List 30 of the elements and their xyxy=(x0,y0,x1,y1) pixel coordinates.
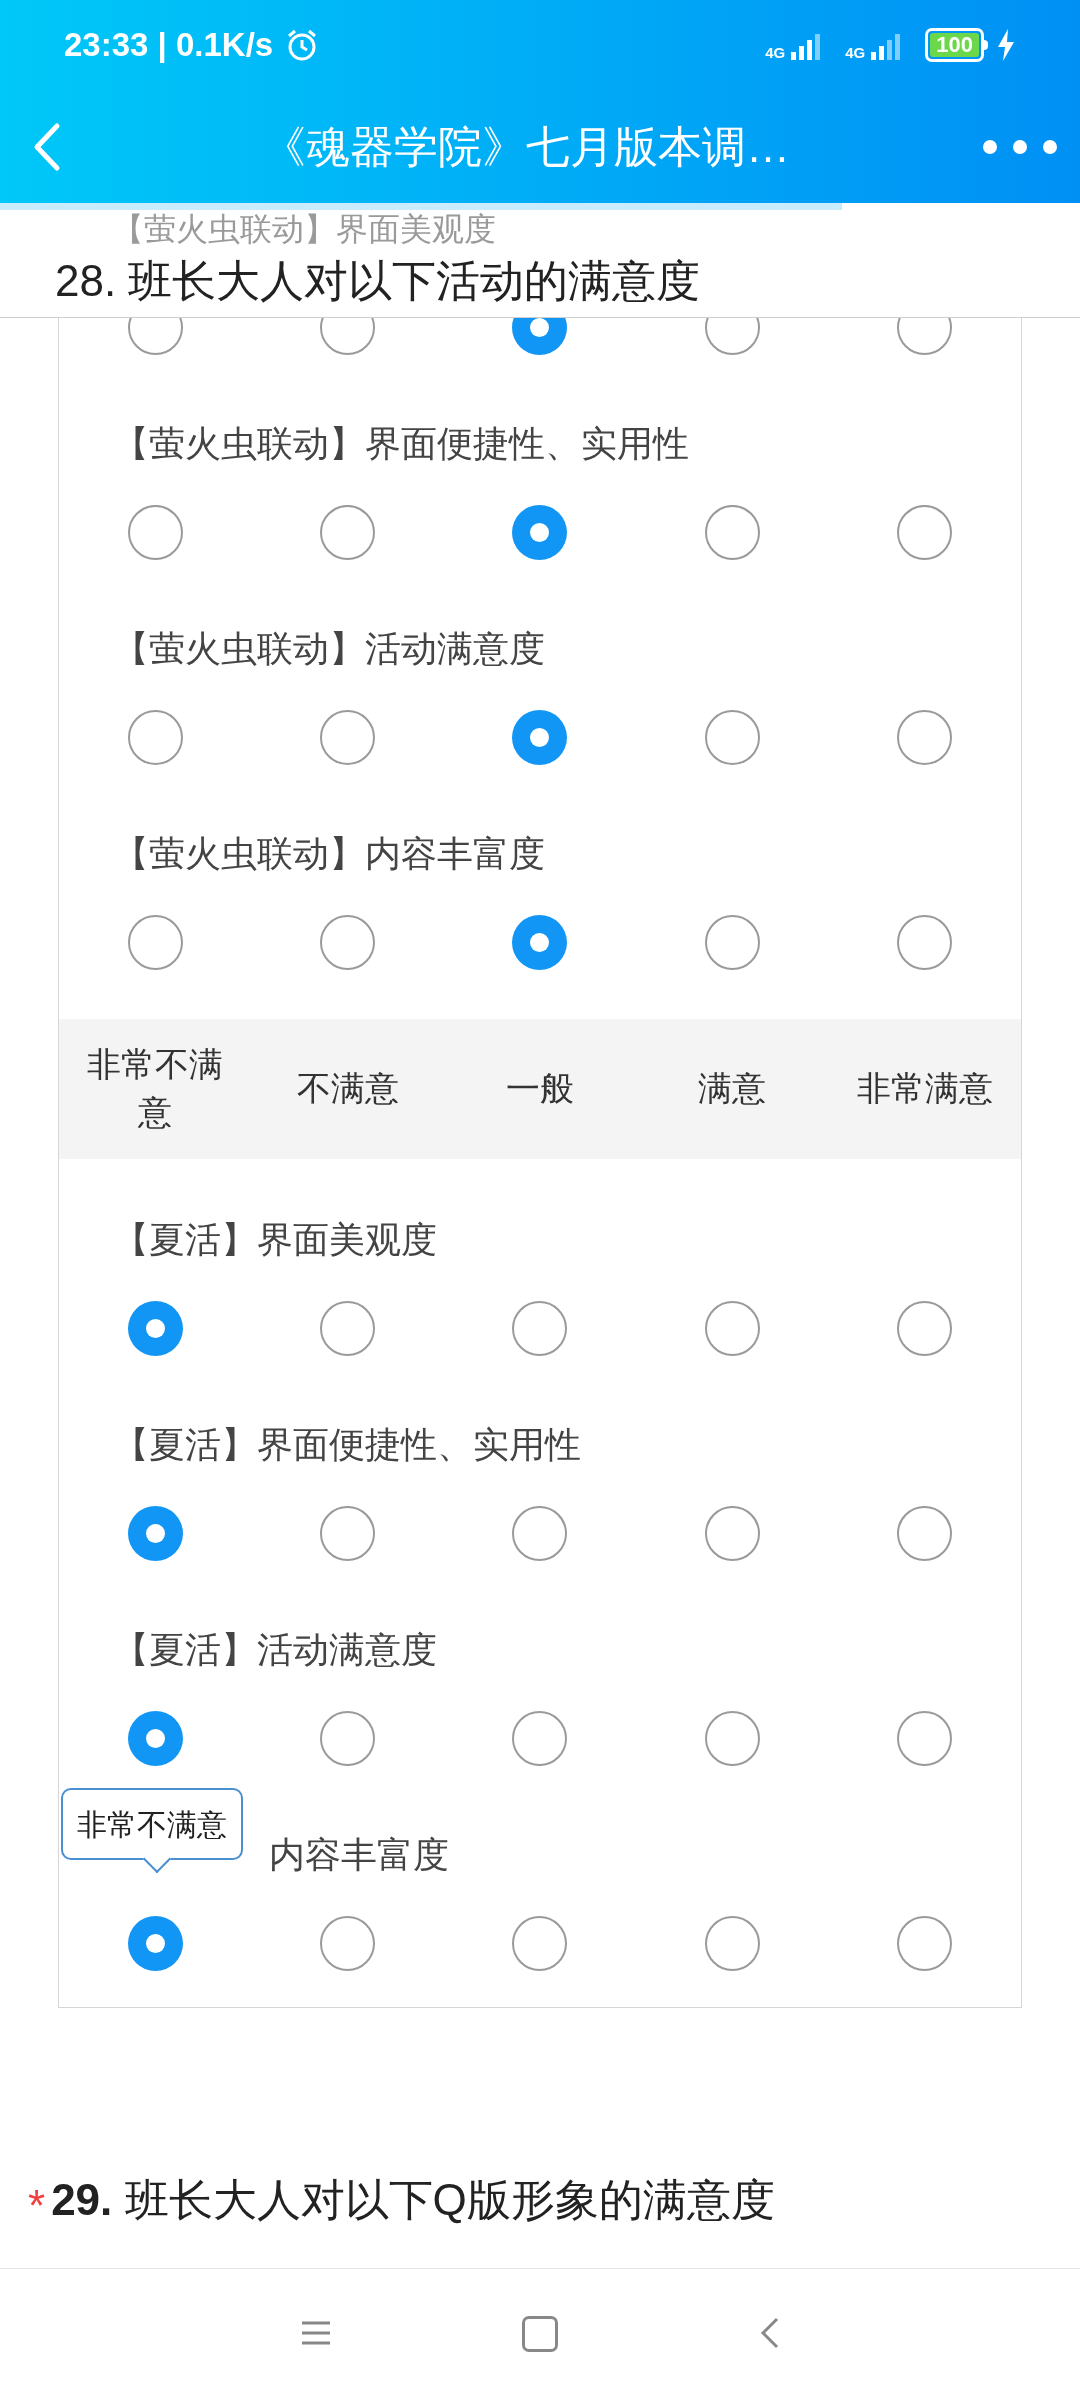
scale-label: 不满意 xyxy=(296,1068,399,1110)
scale-label: 满意 xyxy=(698,1068,767,1110)
radio-button[interactable] xyxy=(704,318,760,355)
row-label: 内容丰富度 xyxy=(269,1833,449,1877)
page-title: 《魂器学院》七月版本调… xyxy=(262,120,790,173)
network-type: 4G xyxy=(845,45,866,60)
row-label: 【萤火虫联动】界面美观度 xyxy=(112,213,496,245)
row-label: 【夏活】界面便捷性、实用性 xyxy=(113,1423,581,1467)
row-label: 【萤火虫联动】界面便捷性、实用性 xyxy=(113,422,689,466)
more-icon[interactable] xyxy=(982,138,1058,155)
required-mark: * xyxy=(28,2180,46,2232)
back-icon[interactable] xyxy=(32,121,62,172)
question-title: 28. 班长大人对以下活动的满意度 xyxy=(55,259,701,303)
radio-button[interactable] xyxy=(512,318,568,355)
network-type: 4G xyxy=(765,45,786,60)
radio-button[interactable] xyxy=(320,318,376,355)
radio-button[interactable] xyxy=(897,318,953,355)
scale-label: 非常满意 xyxy=(856,1068,993,1110)
status-time: 23:33 | 0.1K/s xyxy=(64,25,274,66)
scale-label: 非常不满意 xyxy=(86,1044,225,1133)
radio-button[interactable] xyxy=(127,318,183,355)
charging-icon xyxy=(996,29,1016,61)
home-button[interactable] xyxy=(522,2316,558,2352)
row-label: 【夏活】活动满意度 xyxy=(113,1628,437,1672)
row-label: 【夏活】界面美观度 xyxy=(113,1218,437,1262)
tooltip: 非常不满意 xyxy=(61,1788,243,1872)
question-title: 29. 班长大人对以下Q版形象的满意度 xyxy=(51,2174,775,2226)
row-label: 【萤火虫联动】活动满意度 xyxy=(113,627,545,671)
scale-label: 一般 xyxy=(506,1068,574,1110)
row-label: 【萤火虫联动】内容丰富度 xyxy=(113,832,545,876)
